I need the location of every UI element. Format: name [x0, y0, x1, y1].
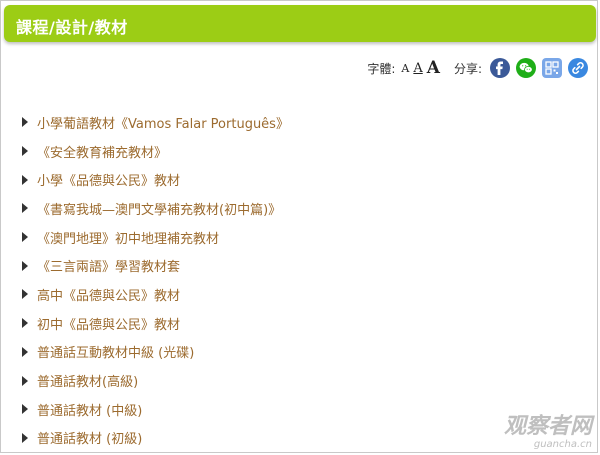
list-item[interactable]: 《書寫我城—澳門文學補充教材(初中篇)》 — [20, 194, 289, 223]
list-item[interactable]: 高中《品德與公民》教材 — [20, 280, 289, 309]
triangle-bullet-icon — [22, 174, 28, 185]
list-item[interactable]: 《澳門地理》初中地理補充教材 — [20, 223, 289, 252]
font-size-label: 字體: — [367, 61, 396, 76]
material-link[interactable]: 小學葡語教材《Vamos Falar Português》 — [37, 113, 289, 132]
share-label: 分享: — [453, 61, 482, 76]
triangle-bullet-icon — [22, 117, 28, 128]
triangle-bullet-icon — [22, 203, 28, 214]
material-link[interactable]: 普通話互動教材中級 (光碟) — [37, 342, 194, 361]
page-title: 課程/設計/教材 — [16, 18, 128, 37]
material-link[interactable]: 《三言兩語》學習教材套 — [37, 256, 180, 275]
material-link[interactable]: 小學《品德與公民》教材 — [37, 170, 180, 189]
material-link[interactable]: 高中《品德與公民》教材 — [37, 285, 180, 304]
triangle-bullet-icon — [22, 232, 28, 243]
header-bar: 課程/設計/教材 — [4, 5, 596, 42]
material-link[interactable]: 普通話教材 (中級) — [37, 400, 142, 419]
link-icon[interactable] — [568, 58, 588, 78]
material-link[interactable]: 普通話教材 (初級) — [37, 428, 142, 447]
list-item[interactable]: 《安全教育補充教材》 — [20, 137, 289, 166]
font-size-small-button[interactable]: A — [401, 62, 409, 75]
triangle-bullet-icon — [22, 375, 28, 386]
list-item[interactable]: 普通話互動教材中級 (光碟) — [20, 338, 289, 367]
font-size-large-button[interactable]: A — [427, 58, 440, 78]
triangle-bullet-icon — [22, 146, 28, 157]
triangle-bullet-icon — [22, 260, 28, 271]
material-link[interactable]: 初中《品德與公民》教材 — [37, 314, 180, 333]
list-item[interactable]: 《三言兩語》學習教材套 — [20, 251, 289, 280]
watermark-sub: guancha.cn — [533, 439, 592, 450]
watermark-main: 观察者网 — [503, 414, 592, 439]
list-item[interactable]: 初中《品德與公民》教材 — [20, 309, 289, 338]
qr-code-icon[interactable] — [542, 58, 562, 78]
material-link[interactable]: 《書寫我城—澳門文學補充教材(初中篇)》 — [37, 199, 281, 218]
list-item[interactable]: 小學葡語教材《Vamos Falar Português》 — [20, 108, 289, 137]
triangle-bullet-icon — [22, 346, 28, 357]
facebook-icon[interactable] — [490, 58, 510, 78]
triangle-bullet-icon — [22, 289, 28, 300]
triangle-bullet-icon — [22, 318, 28, 329]
material-link[interactable]: 普通話教材(高級) — [37, 371, 138, 390]
material-link[interactable]: 《安全教育補充教材》 — [37, 142, 167, 161]
triangle-bullet-icon — [22, 404, 28, 415]
list-item[interactable]: 普通話教材(高級) — [20, 366, 289, 395]
font-size-medium-button[interactable]: A — [413, 61, 422, 76]
watermark: 观察者网 guancha.cn — [504, 415, 592, 451]
materials-list: 小學葡語教材《Vamos Falar Português》 《安全教育補充教材》… — [20, 108, 289, 452]
material-link[interactable]: 《澳門地理》初中地理補充教材 — [37, 228, 219, 247]
toolbar: 字體: A A A 分享: — [367, 57, 588, 79]
list-item[interactable]: 小學《品德與公民》教材 — [20, 165, 289, 194]
list-item[interactable]: 普通話教材 (中級) — [20, 395, 289, 424]
list-item[interactable]: 普通話教材 (初級) — [20, 424, 289, 453]
triangle-bullet-icon — [22, 432, 28, 443]
wechat-icon[interactable] — [516, 58, 536, 78]
